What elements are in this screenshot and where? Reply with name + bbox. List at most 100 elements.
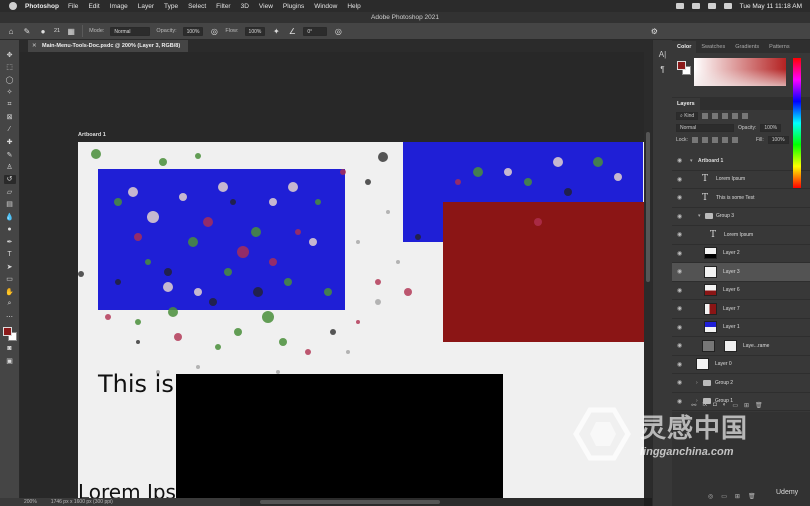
opacity-field[interactable]: 100% xyxy=(182,26,204,36)
visibility-eye-icon[interactable]: ◉ xyxy=(677,194,682,201)
zoom-tool-icon[interactable]: ⌕ xyxy=(4,300,16,309)
lock-transparency-icon[interactable] xyxy=(691,137,698,143)
eraser-tool-icon[interactable]: ▱ xyxy=(4,187,16,196)
color-picker-field[interactable] xyxy=(694,58,786,86)
adjustment-filter-icon[interactable] xyxy=(712,113,719,119)
zoom-level[interactable]: 200% xyxy=(24,499,37,505)
visibility-eye-icon[interactable]: ◉ xyxy=(677,342,682,349)
blend-mode-select[interactable]: Normal xyxy=(676,124,734,132)
document-size[interactable]: 1746 px x 1600 px (300 ppi) xyxy=(51,499,113,505)
magic-wand-tool-icon[interactable]: ✧ xyxy=(4,87,16,96)
layer-row-layer-0[interactable]: ◉ Layer 0 xyxy=(672,356,810,374)
panel-option-icon[interactable]: ▭ xyxy=(721,493,727,500)
chevron-down-icon[interactable]: ▾ xyxy=(698,213,701,219)
visibility-eye-icon[interactable]: ◉ xyxy=(677,324,682,331)
visibility-eye-icon[interactable]: ◉ xyxy=(677,305,682,312)
tab-swatches[interactable]: Swatches xyxy=(696,41,730,53)
visibility-eye-icon[interactable]: ◉ xyxy=(677,250,682,257)
visibility-eye-icon[interactable]: ◉ xyxy=(677,231,682,238)
artboard-lorem-text[interactable]: Lorem Ips xyxy=(78,480,176,498)
visibility-eye-icon[interactable]: ◉ xyxy=(677,176,682,183)
search-icon[interactable] xyxy=(723,3,732,9)
apple-icon[interactable] xyxy=(9,2,17,10)
history-brush-tool-icon[interactable]: ↺ xyxy=(3,174,16,185)
foreground-color-swatch[interactable] xyxy=(2,326,12,336)
visibility-eye-icon[interactable]: ◉ xyxy=(677,361,682,368)
lock-artboard-icon[interactable] xyxy=(721,137,728,143)
type-tool-icon[interactable]: T xyxy=(4,250,16,259)
menu-help[interactable]: Help xyxy=(347,3,360,10)
clone-stamp-tool-icon[interactable]: ♙ xyxy=(4,162,16,171)
menu-filter[interactable]: Filter xyxy=(216,3,230,10)
color-swatches[interactable] xyxy=(2,326,17,341)
more-tools-icon[interactable]: ⋯ xyxy=(4,312,16,321)
color-panel-foreground-swatch[interactable] xyxy=(677,61,686,70)
visibility-eye-icon[interactable]: ◉ xyxy=(677,379,682,386)
brush-preset-picker[interactable]: ● xyxy=(38,26,48,36)
chevron-right-icon[interactable]: › xyxy=(696,380,698,386)
pressure-opacity-icon[interactable]: ◎ xyxy=(209,26,219,36)
display-icon[interactable] xyxy=(675,3,684,9)
panel-option-icon[interactable]: ◎ xyxy=(708,493,713,500)
paragraph-panel-icon[interactable]: ¶ xyxy=(660,65,664,74)
frame-tool-icon[interactable]: ⊠ xyxy=(4,112,16,121)
character-panel-icon[interactable]: A| xyxy=(659,50,666,59)
rectangle-tool-icon[interactable]: ▭ xyxy=(4,275,16,284)
kind-filter-select[interactable]: ⌕ Kind xyxy=(676,112,699,120)
visibility-eye-icon[interactable]: ◉ xyxy=(677,268,682,275)
hue-slider[interactable] xyxy=(793,58,801,188)
dodge-tool-icon[interactable]: ● xyxy=(4,225,16,234)
tab-color[interactable]: Color xyxy=(672,41,697,53)
layer-row-layer-1[interactable]: ◉ Layer 1 xyxy=(672,319,810,337)
artboard-label[interactable]: Artboard 1 xyxy=(78,132,106,138)
clock[interactable]: Tue May 11 11:18 AM xyxy=(740,3,802,10)
flow-field[interactable]: 100% xyxy=(244,26,266,36)
layer-row-group-2[interactable]: ◉ › Group 2 xyxy=(672,374,810,393)
visibility-eye-icon[interactable]: ◉ xyxy=(677,213,682,220)
horizontal-scroll-thumb[interactable] xyxy=(260,500,440,504)
brush-tool-icon[interactable]: ✎ xyxy=(4,150,16,159)
blur-tool-icon[interactable]: 💧 xyxy=(4,212,16,221)
smart-object-filter-icon[interactable] xyxy=(742,113,749,119)
lasso-tool-icon[interactable]: ◯ xyxy=(4,75,16,84)
mode-select[interactable]: Normal xyxy=(110,26,151,36)
pen-tool-icon[interactable]: ✒ xyxy=(4,237,16,246)
marquee-tool-icon[interactable]: ⬚ xyxy=(4,62,16,71)
menu-view[interactable]: View xyxy=(259,3,273,10)
menu-window[interactable]: Window xyxy=(314,3,337,10)
panel-option-icon[interactable]: ⊞ xyxy=(735,493,740,500)
vertical-scroll-thumb[interactable] xyxy=(646,132,650,282)
home-icon[interactable]: ⌂ xyxy=(6,26,16,36)
layer-row-layer-2[interactable]: ◉ Layer 2 xyxy=(672,245,810,263)
layer-row-lorem-ipsum-nested[interactable]: ◉ T Lorem Ipsum xyxy=(672,226,810,245)
lock-position-icon[interactable] xyxy=(711,137,718,143)
type-filter-icon[interactable] xyxy=(722,113,729,119)
quick-mask-icon[interactable]: ◙ xyxy=(4,344,16,353)
tab-layers[interactable]: Layers xyxy=(672,98,700,110)
close-tab-icon[interactable]: ✕ xyxy=(32,40,37,52)
document-tab[interactable]: ✕ Main-Menu-Tools-Doc.psdc @ 200% (Layer… xyxy=(28,40,189,52)
lock-all-icon[interactable] xyxy=(731,137,738,143)
layer-row-this-is-some-test[interactable]: ◉ T This is some Test xyxy=(672,189,810,208)
crop-tool-icon[interactable]: ⌗ xyxy=(4,100,16,109)
fill-field[interactable]: 100% xyxy=(767,136,789,144)
app-menu[interactable]: Photoshop xyxy=(25,3,59,10)
black-rectangle-layer[interactable] xyxy=(176,374,503,498)
menu-layer[interactable]: Layer xyxy=(138,3,154,10)
tab-gradients[interactable]: Gradients xyxy=(730,41,764,53)
chevron-down-icon[interactable]: ▾ xyxy=(690,158,693,164)
brush-tool-icon[interactable]: ✎ xyxy=(22,26,32,36)
layer-row-artboard-1[interactable]: ◉ ▾ Artboard 1 xyxy=(672,152,810,171)
brush-settings-icon[interactable]: ▦ xyxy=(66,26,76,36)
wifi-icon[interactable] xyxy=(707,3,716,9)
menu-select[interactable]: Select xyxy=(188,3,206,10)
layer-row-layer-7[interactable]: ◉ Layer 7 xyxy=(672,300,810,319)
path-selection-tool-icon[interactable]: ➤ xyxy=(4,262,16,271)
menu-file[interactable]: File xyxy=(68,3,78,10)
airbrush-icon[interactable]: ✦ xyxy=(271,26,281,36)
layer-row-layer-6[interactable]: ◉ Layer 6 xyxy=(672,282,810,300)
artboard[interactable]: This is so Lorem Ips xyxy=(78,142,644,498)
angle-field[interactable]: 0° xyxy=(303,26,328,36)
layer-opacity-field[interactable]: 100% xyxy=(760,124,782,132)
lock-image-icon[interactable] xyxy=(701,137,708,143)
